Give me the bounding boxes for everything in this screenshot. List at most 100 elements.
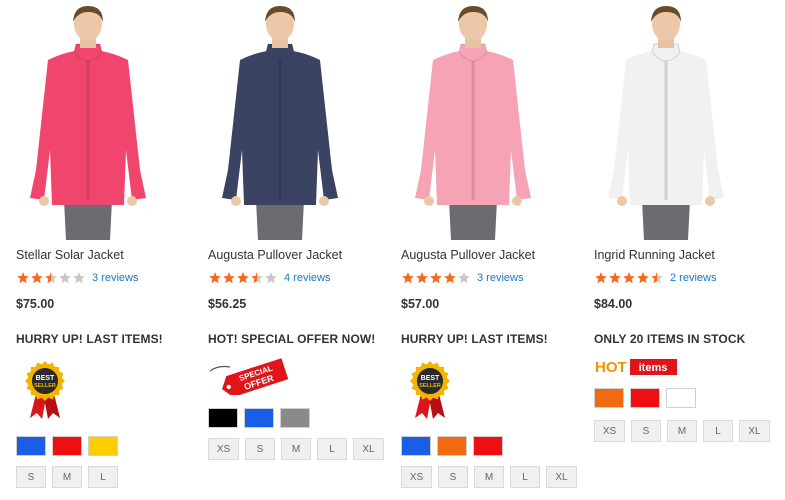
product-card[interactable]: Stellar Solar Jacket 3 reviews $75.00 HURRY… xyxy=(8,0,206,500)
star-icon xyxy=(637,272,649,284)
size-option[interactable]: L xyxy=(510,466,540,488)
best-seller-text-2: SELLER xyxy=(34,383,56,389)
product-price: $57.00 xyxy=(401,297,440,311)
product-rating: 4 reviews xyxy=(208,270,330,286)
size-options: SML xyxy=(16,466,118,488)
product-name[interactable]: Ingrid Running Jacket xyxy=(594,248,715,262)
star-icon xyxy=(223,272,235,284)
best-seller-text-1: BEST xyxy=(421,375,440,382)
star-icon xyxy=(73,272,85,284)
best-seller-text-2: SELLER xyxy=(419,383,441,389)
promo-label: HURRY UP! LAST ITEMS! xyxy=(401,332,548,346)
reviews-link[interactable]: 3 reviews xyxy=(477,272,523,284)
color-swatch[interactable] xyxy=(666,388,696,408)
color-swatches xyxy=(401,436,503,456)
product-rating: 2 reviews xyxy=(594,270,716,286)
color-swatches xyxy=(208,408,310,428)
hot-text: HOT xyxy=(595,359,627,376)
size-options: XS S M L XL xyxy=(594,420,770,442)
size-options: XS S M L XL xyxy=(401,466,577,488)
size-option[interactable]: XL xyxy=(353,438,384,460)
star-icon xyxy=(59,272,71,284)
star-icon xyxy=(251,272,263,284)
size-option[interactable]: XS xyxy=(594,420,625,442)
star-icon xyxy=(458,272,470,284)
rating-stars xyxy=(594,271,664,285)
size-option[interactable]: XS xyxy=(401,466,432,488)
star-icon xyxy=(31,272,43,284)
promo-label: HURRY UP! LAST ITEMS! xyxy=(16,332,163,346)
best-seller-text-1: BEST xyxy=(36,375,55,382)
size-option[interactable]: M xyxy=(474,466,504,488)
color-swatch[interactable] xyxy=(473,436,503,456)
color-swatch[interactable] xyxy=(280,408,310,428)
promo-label: HOT! SPECIAL OFFER NOW! xyxy=(208,332,376,346)
star-icon xyxy=(17,272,29,284)
size-option[interactable]: S xyxy=(631,420,661,442)
reviews-link[interactable]: 3 reviews xyxy=(92,272,138,284)
reviews-link[interactable]: 2 reviews xyxy=(670,272,716,284)
color-swatch[interactable] xyxy=(208,408,238,428)
reviews-link[interactable]: 4 reviews xyxy=(284,272,330,284)
color-swatch[interactable] xyxy=(52,436,82,456)
product-name[interactable]: Augusta Pullover Jacket xyxy=(401,248,535,262)
color-swatches xyxy=(16,436,118,456)
star-icon xyxy=(595,272,607,284)
special-offer-tag: SPECIAL OFFER xyxy=(209,358,289,395)
star-icon xyxy=(209,272,221,284)
product-card[interactable]: Ingrid Running Jacket 2 reviews $84.00 ONLY… xyxy=(586,0,784,500)
best-seller-badge: BEST SELLER xyxy=(410,361,450,419)
color-swatch[interactable] xyxy=(16,436,46,456)
star-icon xyxy=(402,272,414,284)
star-icon xyxy=(609,272,621,284)
product-image[interactable] xyxy=(586,0,746,240)
best-seller-badge: BEST SELLER xyxy=(25,361,65,419)
color-swatch[interactable] xyxy=(630,388,660,408)
rating-stars xyxy=(401,271,471,285)
product-card[interactable]: Augusta Pullover Jacket 3 reviews $57.00 HU… xyxy=(393,0,591,500)
size-option[interactable]: M xyxy=(667,420,697,442)
star-icon xyxy=(265,272,277,284)
star-icon xyxy=(237,272,249,284)
color-swatch[interactable] xyxy=(437,436,467,456)
size-option[interactable]: XL xyxy=(739,420,770,442)
size-option[interactable]: L xyxy=(317,438,347,460)
size-option[interactable]: S xyxy=(245,438,275,460)
product-image[interactable] xyxy=(200,0,360,240)
product-name[interactable]: Stellar Solar Jacket xyxy=(16,248,124,262)
product-rating: 3 reviews xyxy=(401,270,523,286)
size-option[interactable]: M xyxy=(281,438,311,460)
size-option[interactable]: L xyxy=(703,420,733,442)
size-option[interactable]: L xyxy=(88,466,118,488)
product-image[interactable] xyxy=(393,0,553,240)
size-options: XS S M L XL xyxy=(208,438,384,460)
size-option[interactable]: XS xyxy=(208,438,239,460)
star-icon xyxy=(651,272,663,284)
product-price: $75.00 xyxy=(16,297,55,311)
product-card[interactable]: Augusta Pullover Jacket 4 reviews $56.25 HO… xyxy=(200,0,398,500)
product-price: $56.25 xyxy=(208,297,247,311)
star-icon xyxy=(444,272,456,284)
color-swatches xyxy=(594,388,696,408)
size-option[interactable]: S xyxy=(16,466,46,488)
product-price: $84.00 xyxy=(594,297,633,311)
size-option[interactable]: M xyxy=(52,466,82,488)
size-option[interactable]: XL xyxy=(546,466,577,488)
color-swatch[interactable] xyxy=(401,436,431,456)
product-image[interactable] xyxy=(8,0,168,240)
hot-items-badge: HOT items xyxy=(595,359,677,376)
color-swatch[interactable] xyxy=(244,408,274,428)
star-icon xyxy=(416,272,428,284)
color-swatch[interactable] xyxy=(88,436,118,456)
star-icon xyxy=(430,272,442,284)
size-option[interactable]: S xyxy=(438,466,468,488)
items-text: items xyxy=(639,362,668,374)
product-name[interactable]: Augusta Pullover Jacket xyxy=(208,248,342,262)
rating-stars xyxy=(16,271,86,285)
color-swatch[interactable] xyxy=(594,388,624,408)
product-grid: Stellar Solar Jacket 3 reviews $75.00 HURRY… xyxy=(0,0,785,500)
promo-label: ONLY 20 ITEMS IN STOCK xyxy=(594,332,746,346)
rating-stars xyxy=(208,271,278,285)
star-icon xyxy=(45,272,57,284)
product-rating: 3 reviews xyxy=(16,270,138,286)
